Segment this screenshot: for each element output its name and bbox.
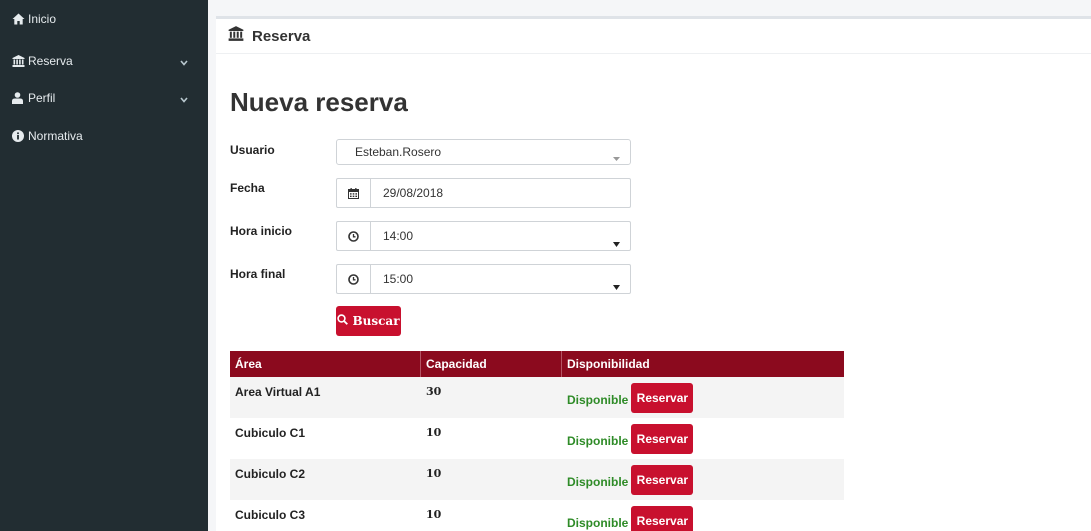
search-icon [337, 314, 349, 328]
disponibilidad-cell: Disponible Reservar [562, 377, 844, 418]
areas-table: Área Capacidad Disponibilidad Area Virtu… [230, 351, 844, 531]
sidebar-item-label: Inicio [28, 12, 57, 26]
hora-inicio-label: Hora inicio [230, 224, 293, 238]
chevron-down-icon [180, 92, 188, 106]
disponibilidad-cell: Disponible Reservar [562, 500, 844, 531]
status-badge: Disponible [567, 475, 629, 489]
home-icon [0, 13, 28, 25]
header-title: Reserva [252, 27, 311, 45]
calendar-icon [337, 179, 371, 207]
hora-final-label: Hora final [230, 267, 286, 281]
capacidad-cell: 30 [426, 385, 442, 398]
header-disponibilidad: Disponibilidad [567, 357, 650, 371]
table-row: Area Virtual A1 30 Disponible Reservar [230, 377, 844, 418]
status-badge: Disponible [567, 393, 629, 407]
sidebar-item-normativa[interactable]: Normativa [0, 121, 208, 151]
table-header: Área Capacidad Disponibilidad [230, 351, 844, 377]
usuario-value: Esteban.Rosero [355, 145, 442, 159]
content-panel: Reserva Nueva reserva Usuario Esteban.Ro… [216, 16, 1091, 531]
caret-down-icon [613, 150, 620, 164]
capacidad-cell: 10 [426, 467, 442, 480]
status-badge: Disponible [567, 516, 629, 530]
fecha-field[interactable]: 29/08/2018 [336, 178, 631, 208]
hora-inicio-value: 14:00 [383, 229, 414, 243]
clock-icon [337, 265, 371, 293]
hora-final-value: 15:00 [383, 272, 414, 286]
info-circle-icon [0, 130, 28, 142]
sidebar-item-inicio[interactable]: Inicio [0, 4, 208, 34]
sidebar-item-reserva[interactable]: Reserva [0, 46, 208, 76]
table-row: Cubiculo C3 10 Disponible Reservar [230, 500, 844, 531]
content-header: Reserva [216, 19, 1091, 54]
page-title: Nueva reserva [230, 87, 408, 117]
usuario-label: Usuario [230, 143, 275, 157]
buscar-label: Buscar [352, 314, 400, 328]
header-area: Área [230, 351, 421, 377]
table-row: Cubiculo C1 10 Disponible Reservar [230, 418, 844, 459]
user-icon [0, 92, 28, 104]
hora-final-select[interactable]: 15:00 [336, 264, 631, 294]
clock-icon [337, 222, 371, 250]
hora-inicio-select[interactable]: 14:00 [336, 221, 631, 251]
sidebar-item-perfil[interactable]: Perfil [0, 83, 208, 113]
reservar-button[interactable]: Reservar [631, 506, 694, 531]
fecha-value: 29/08/2018 [383, 186, 444, 200]
area-cell: Cubiculo C2 [235, 467, 306, 481]
area-cell: Cubiculo C1 [235, 426, 306, 440]
area-cell: Area Virtual A1 [235, 385, 321, 399]
sidebar: Inicio Reserva Perfil Normativa [0, 0, 208, 531]
bank-icon [0, 55, 28, 67]
header-capacidad: Capacidad [421, 351, 562, 377]
disponibilidad-cell: Disponible Reservar [562, 418, 844, 459]
capacidad-cell: 10 [426, 426, 442, 439]
table-row: Cubiculo C2 10 Disponible Reservar [230, 459, 844, 500]
sidebar-item-label: Perfil [28, 91, 56, 105]
area-cell: Cubiculo C3 [235, 508, 306, 522]
disponibilidad-cell: Disponible Reservar [562, 459, 844, 500]
bank-icon [228, 26, 244, 46]
usuario-select[interactable]: Esteban.Rosero [336, 139, 631, 165]
status-badge: Disponible [567, 434, 629, 448]
reservar-button[interactable]: Reservar [631, 383, 694, 413]
caret-down-icon [613, 234, 620, 252]
fecha-label: Fecha [230, 181, 265, 195]
sidebar-item-label: Reserva [28, 54, 73, 68]
reservar-button[interactable]: Reservar [631, 465, 694, 495]
content-area: Reserva Nueva reserva Usuario Esteban.Ro… [208, 0, 1091, 531]
capacidad-cell: 10 [426, 508, 442, 521]
chevron-down-icon [180, 55, 188, 69]
buscar-button[interactable]: Buscar [336, 306, 401, 336]
reservar-button[interactable]: Reservar [631, 424, 694, 454]
caret-down-icon [613, 277, 620, 295]
sidebar-item-label: Normativa [28, 129, 83, 143]
